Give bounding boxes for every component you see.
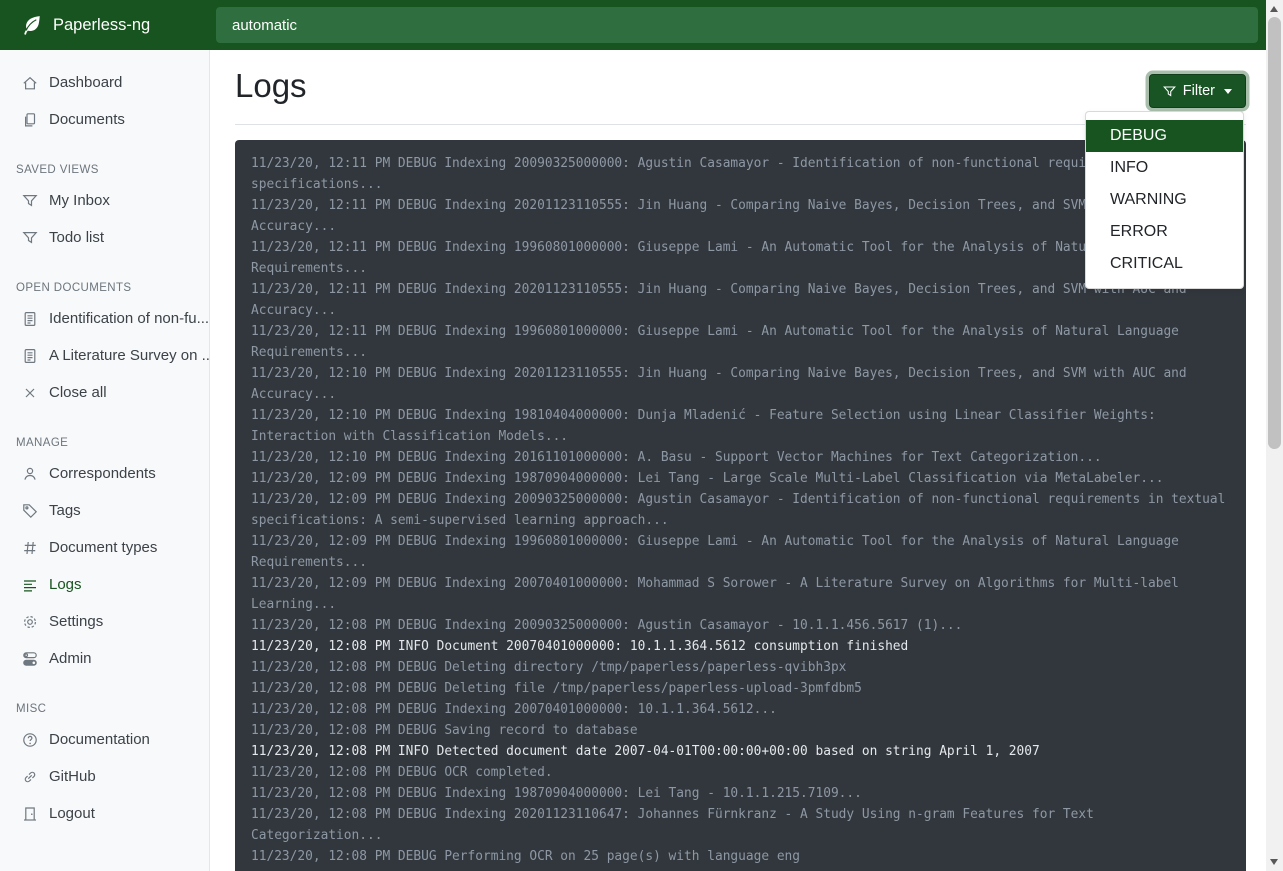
- sidebar-section-header: MISC: [0, 703, 209, 715]
- log-line: 11/23/20, 12:08 PM DEBUG Deleting direct…: [251, 657, 1230, 678]
- scroll-down-icon[interactable]: [1270, 859, 1278, 865]
- funnel-icon: [22, 193, 38, 209]
- log-line: 11/23/20, 12:08 PM DEBUG Indexing 198709…: [251, 783, 1230, 804]
- document-text-icon: [22, 311, 38, 327]
- logs-icon: [22, 577, 38, 593]
- question-circle-icon: [22, 732, 38, 748]
- log-line: 11/23/20, 12:08 PM DEBUG Indexing 200704…: [251, 699, 1230, 720]
- scroll-up-icon[interactable]: [1270, 6, 1278, 12]
- log-line: 11/23/20, 12:09 PM DEBUG Indexing 199608…: [251, 531, 1230, 573]
- filter-dropdown-menu: DEBUGINFOWARNINGERRORCRITICAL: [1085, 111, 1244, 289]
- sidebar-item-label: Documents: [49, 111, 125, 128]
- log-line: 11/23/20, 12:11 PM DEBUG Indexing 202011…: [251, 195, 1230, 237]
- scrollbar-thumb[interactable]: [1268, 17, 1281, 449]
- sidebar-item-label: My Inbox: [49, 192, 110, 209]
- sidebar-item-label: Todo list: [49, 229, 104, 246]
- log-line: 11/23/20, 12:08 PM DEBUG Performing OCR …: [251, 846, 1230, 867]
- app-header: Paperless-ng: [0, 0, 1266, 50]
- sidebar-item-label: Dashboard: [49, 74, 122, 91]
- log-line: 11/23/20, 12:08 PM INFO Detected documen…: [251, 741, 1230, 762]
- door-icon: [22, 806, 38, 822]
- link-icon: [22, 769, 38, 785]
- filter-button-label: Filter: [1183, 83, 1215, 99]
- gear-icon: [22, 614, 38, 630]
- page-header: Logs Filter: [235, 66, 1246, 108]
- sidebar-section-header: OPEN DOCUMENTS: [0, 282, 209, 294]
- sidebar-item-label: Identification of non-fu...: [49, 310, 209, 327]
- caret-down-icon: [1224, 89, 1232, 94]
- hash-icon: [22, 540, 38, 556]
- log-line: 11/23/20, 12:10 PM DEBUG Indexing 202011…: [251, 363, 1230, 405]
- sidebar-item-correspondents[interactable]: Correspondents: [0, 455, 209, 492]
- log-line: 11/23/20, 12:08 PM INFO Consuming file /…: [251, 867, 1230, 871]
- sidebar-item-identification-of-non-fu[interactable]: Identification of non-fu...: [0, 300, 209, 337]
- filter-option-debug[interactable]: DEBUG: [1086, 120, 1243, 152]
- sidebar-item-tags[interactable]: Tags: [0, 492, 209, 529]
- sidebar-item-close-all[interactable]: Close all: [0, 374, 209, 411]
- sidebar-item-label: Tags: [49, 502, 81, 519]
- sidebar-item-label: Admin: [49, 650, 92, 667]
- sidebar-item-settings[interactable]: Settings: [0, 603, 209, 640]
- sidebar-item-logout[interactable]: Logout: [0, 795, 209, 832]
- sidebar-item-todo-list[interactable]: Todo list: [0, 219, 209, 256]
- sidebar-item-label: Document types: [49, 539, 157, 556]
- sidebar-item-admin[interactable]: Admin: [0, 640, 209, 677]
- log-line: 11/23/20, 12:08 PM DEBUG Deleting file /…: [251, 678, 1230, 699]
- log-line: 11/23/20, 12:10 PM DEBUG Indexing 201611…: [251, 447, 1230, 468]
- page-title: Logs: [235, 66, 307, 106]
- page-scrollbar[interactable]: [1266, 0, 1283, 871]
- log-line: 11/23/20, 12:11 PM DEBUG Indexing 199608…: [251, 321, 1230, 363]
- log-line: 11/23/20, 12:09 PM DEBUG Indexing 200704…: [251, 573, 1230, 615]
- log-line: 11/23/20, 12:11 PM DEBUG Indexing 202011…: [251, 279, 1230, 321]
- sidebar-item-label: A Literature Survey on ...: [49, 347, 209, 364]
- filter-option-error[interactable]: ERROR: [1086, 216, 1243, 248]
- brand[interactable]: Paperless-ng: [0, 0, 210, 50]
- sidebar-item-label: Logs: [49, 576, 82, 593]
- log-line: 11/23/20, 12:11 PM DEBUG Indexing 199608…: [251, 237, 1230, 279]
- documents-icon: [22, 112, 38, 128]
- sidebar-item-label: GitHub: [49, 768, 96, 785]
- filter-option-info[interactable]: INFO: [1086, 152, 1243, 184]
- log-line: 11/23/20, 12:09 PM DEBUG Indexing 198709…: [251, 468, 1230, 489]
- log-line: 11/23/20, 12:08 PM DEBUG OCR completed.: [251, 762, 1230, 783]
- sidebar-item-logs[interactable]: Logs: [0, 566, 209, 603]
- house-icon: [22, 75, 38, 91]
- filter-option-warning[interactable]: WARNING: [1086, 184, 1243, 216]
- log-line: 11/23/20, 12:08 PM INFO Document 2007040…: [251, 636, 1230, 657]
- sidebar-section-header: MANAGE: [0, 437, 209, 449]
- log-line: 11/23/20, 12:08 PM DEBUG Indexing 202011…: [251, 804, 1230, 846]
- log-line: 11/23/20, 12:09 PM DEBUG Indexing 200903…: [251, 489, 1230, 531]
- log-line: 11/23/20, 12:10 PM DEBUG Indexing 198104…: [251, 405, 1230, 447]
- tag-icon: [22, 503, 38, 519]
- sidebar-item-label: Settings: [49, 613, 103, 630]
- sidebar-item-documentation[interactable]: Documentation: [0, 721, 209, 758]
- funnel-icon: [22, 230, 38, 246]
- sidebar-item-label: Documentation: [49, 731, 150, 748]
- sidebar-item-document-types[interactable]: Document types: [0, 529, 209, 566]
- sidebar-item-label: Correspondents: [49, 465, 156, 482]
- sidebar-item-github[interactable]: GitHub: [0, 758, 209, 795]
- search-input[interactable]: [216, 7, 1258, 43]
- toggles-icon: [22, 651, 38, 667]
- filter-option-critical[interactable]: CRITICAL: [1086, 248, 1243, 280]
- sidebar-item-label: Logout: [49, 805, 95, 822]
- close-icon: [22, 385, 38, 401]
- document-text-icon: [22, 348, 38, 364]
- log-line: 11/23/20, 12:08 PM DEBUG Indexing 200903…: [251, 615, 1230, 636]
- brand-label: Paperless-ng: [53, 16, 150, 35]
- funnel-icon: [1163, 85, 1176, 98]
- sidebar-section-header: SAVED VIEWS: [0, 164, 209, 176]
- sidebar-item-my-inbox[interactable]: My Inbox: [0, 182, 209, 219]
- sidebar-item-documents[interactable]: Documents: [0, 101, 209, 138]
- sidebar-nav: Dashboard Documents SAVED VIEWS My Inbox Tod…: [0, 50, 210, 871]
- sidebar-item-a-literature-survey-on[interactable]: A Literature Survey on ...: [0, 337, 209, 374]
- person-icon: [22, 466, 38, 482]
- log-line: 11/23/20, 12:08 PM DEBUG Saving record t…: [251, 720, 1230, 741]
- sidebar-item-label: Close all: [49, 384, 107, 401]
- leaf-icon: [20, 14, 43, 37]
- log-line: 11/23/20, 12:11 PM DEBUG Indexing 200903…: [251, 153, 1230, 195]
- filter-button[interactable]: Filter: [1149, 74, 1246, 108]
- sidebar-item-dashboard[interactable]: Dashboard: [0, 64, 209, 101]
